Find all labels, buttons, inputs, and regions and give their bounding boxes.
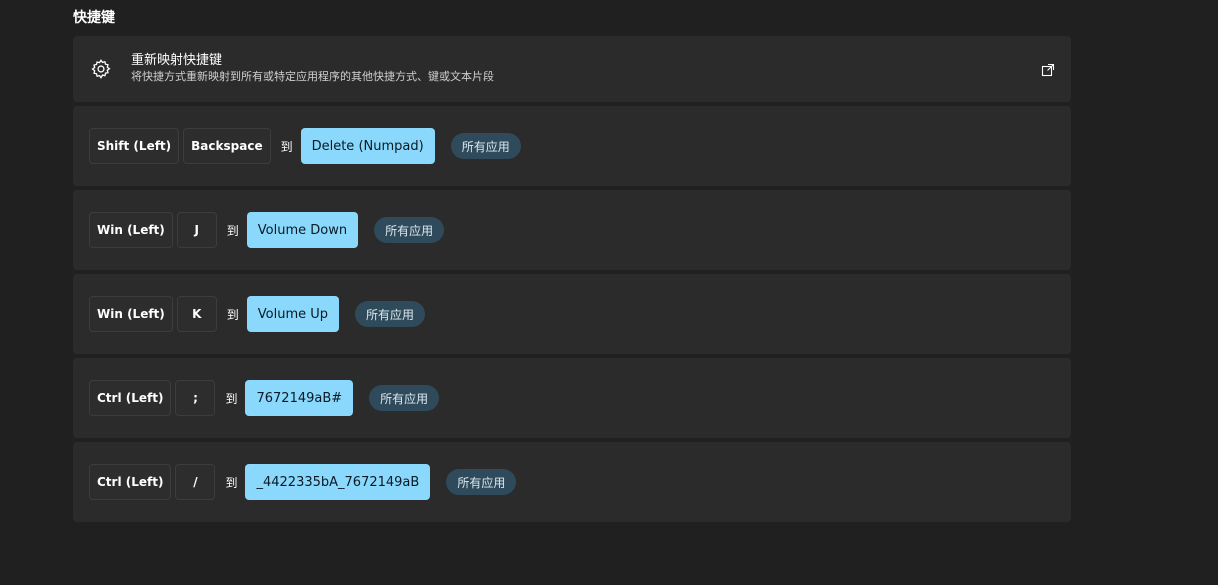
source-key: Ctrl (Left): [89, 380, 172, 416]
to-label: 到: [225, 475, 238, 490]
source-key: J: [176, 212, 217, 248]
shortcut-mapping-row[interactable]: Win (Left) J 到 Volume Down 所有应用: [73, 190, 1071, 270]
remap-shortcuts-card[interactable]: 重新映射快捷键 将快捷方式重新映射到所有或特定应用程序的其他快捷方式、键或文本片…: [73, 36, 1071, 102]
source-key: Win (Left): [89, 296, 173, 332]
scope-badge: 所有应用: [369, 385, 440, 411]
source-key: Win (Left): [89, 212, 173, 248]
shortcut-mapping-row[interactable]: Win (Left) K 到 Volume Up 所有应用: [73, 274, 1071, 354]
source-key: K: [176, 296, 217, 332]
to-label: 到: [226, 307, 239, 322]
gear-icon: [90, 58, 112, 80]
scope-badge: 所有应用: [374, 217, 445, 243]
target-shortcut: 7672149aB#: [245, 380, 354, 416]
source-key: /: [175, 464, 216, 500]
section-title: 快捷键: [73, 10, 115, 26]
to-label: 到: [226, 223, 239, 238]
scope-badge: 所有应用: [450, 133, 521, 159]
to-label: 到: [225, 391, 238, 406]
source-key: ;: [175, 380, 216, 416]
source-key: Backspace: [183, 128, 271, 164]
shortcut-mapping-list: Shift (Left) Backspace 到 Delete (Numpad)…: [73, 106, 1071, 526]
shortcut-mapping-row[interactable]: Shift (Left) Backspace 到 Delete (Numpad)…: [73, 106, 1071, 186]
target-shortcut: Volume Down: [246, 212, 359, 248]
scope-badge: 所有应用: [446, 469, 517, 495]
remap-shortcuts-description: 将快捷方式重新映射到所有或特定应用程序的其他快捷方式、键或文本片段: [131, 70, 494, 83]
remap-shortcuts-title: 重新映射快捷键: [131, 53, 223, 68]
source-key: Shift (Left): [89, 128, 180, 164]
open-external-icon[interactable]: [1041, 62, 1055, 77]
target-shortcut: Delete (Numpad): [300, 128, 435, 164]
keyboard-manager-page: 快捷键 重新映射快捷键 将快捷方式重新映射到所有或特定应用程序的其他快捷方式、键…: [0, 0, 1218, 585]
source-key: Ctrl (Left): [89, 464, 172, 500]
shortcut-mapping-row[interactable]: Ctrl (Left) ; 到 7672149aB# 所有应用: [73, 358, 1071, 438]
target-shortcut: Volume Up: [246, 296, 340, 332]
scope-badge: 所有应用: [355, 301, 426, 327]
target-shortcut: _4422335bA_7672149aB: [245, 464, 431, 500]
shortcut-mapping-row[interactable]: Ctrl (Left) / 到 _4422335bA_7672149aB 所有应…: [73, 442, 1071, 522]
to-label: 到: [280, 139, 293, 154]
